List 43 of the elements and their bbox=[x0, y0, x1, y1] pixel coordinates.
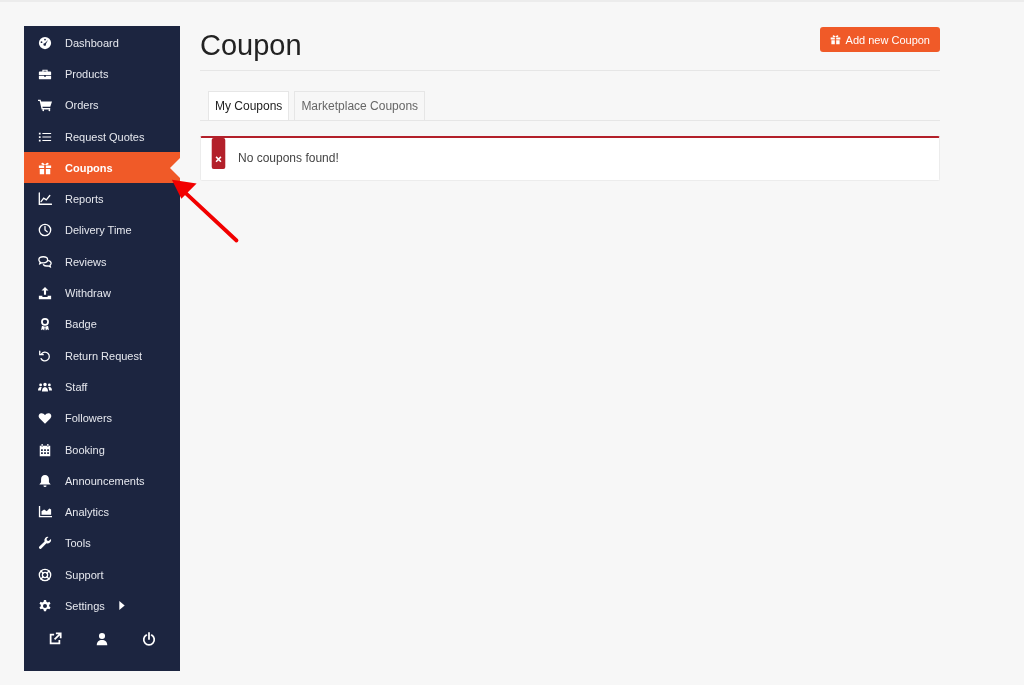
sidebar-item[interactable]: Dashboard bbox=[24, 27, 180, 59]
sidebar-item[interactable]: Reviews bbox=[24, 246, 180, 278]
heart-icon bbox=[38, 411, 52, 426]
sidebar-item[interactable]: Announcements bbox=[24, 465, 180, 497]
sidebar-item[interactable]: Followers bbox=[24, 402, 180, 434]
sidebar-item[interactable]: Support bbox=[24, 559, 180, 591]
chat-icon bbox=[38, 254, 52, 269]
sidebar-item[interactable]: Delivery Time bbox=[24, 214, 180, 247]
page-title: Coupon bbox=[200, 29, 302, 62]
lifebuoy-icon bbox=[38, 567, 52, 582]
clock-icon bbox=[38, 223, 52, 238]
sidebar-item[interactable]: Products bbox=[24, 58, 180, 90]
sidebar-item[interactable]: Booking bbox=[24, 433, 180, 466]
sidebar-item[interactable]: Withdraw bbox=[24, 277, 180, 309]
gauge-icon bbox=[38, 35, 52, 50]
upload-icon bbox=[38, 286, 52, 300]
user-icon[interactable] bbox=[95, 631, 109, 646]
bell-icon bbox=[38, 473, 52, 488]
sidebar-item[interactable]: Tools bbox=[24, 527, 180, 560]
gift-icon bbox=[38, 160, 52, 175]
sidebar-item[interactable]: Return Request bbox=[24, 339, 180, 372]
tab[interactable]: Marketplace Coupons bbox=[294, 91, 426, 120]
selection-notch-icon bbox=[170, 158, 180, 179]
sidebar-item[interactable]: Settings bbox=[24, 590, 180, 622]
sidebar-item[interactable]: Staff bbox=[24, 371, 180, 403]
sidebar-item[interactable]: Orders bbox=[24, 89, 180, 121]
power-icon[interactable] bbox=[141, 631, 156, 646]
area-chart-icon bbox=[38, 505, 52, 520]
undo-icon bbox=[38, 348, 52, 363]
sidebar-item[interactable]: Analytics bbox=[24, 496, 180, 528]
cart-icon bbox=[38, 98, 52, 113]
sidebar-item[interactable]: Badge bbox=[24, 308, 180, 340]
sidebar-item[interactable]: Reports bbox=[24, 183, 180, 215]
calendar-icon bbox=[38, 442, 52, 457]
wrench-icon bbox=[38, 536, 52, 551]
gift-icon bbox=[829, 34, 841, 45]
settings-icon bbox=[38, 599, 52, 613]
sidebar-item[interactable]: Request Quotes bbox=[24, 120, 180, 153]
award-icon bbox=[38, 317, 52, 332]
external-link-icon[interactable] bbox=[48, 631, 63, 646]
line-chart-icon bbox=[38, 192, 52, 207]
tab[interactable]: My Coupons bbox=[208, 91, 290, 120]
notice-message: No coupons found! bbox=[238, 151, 339, 165]
